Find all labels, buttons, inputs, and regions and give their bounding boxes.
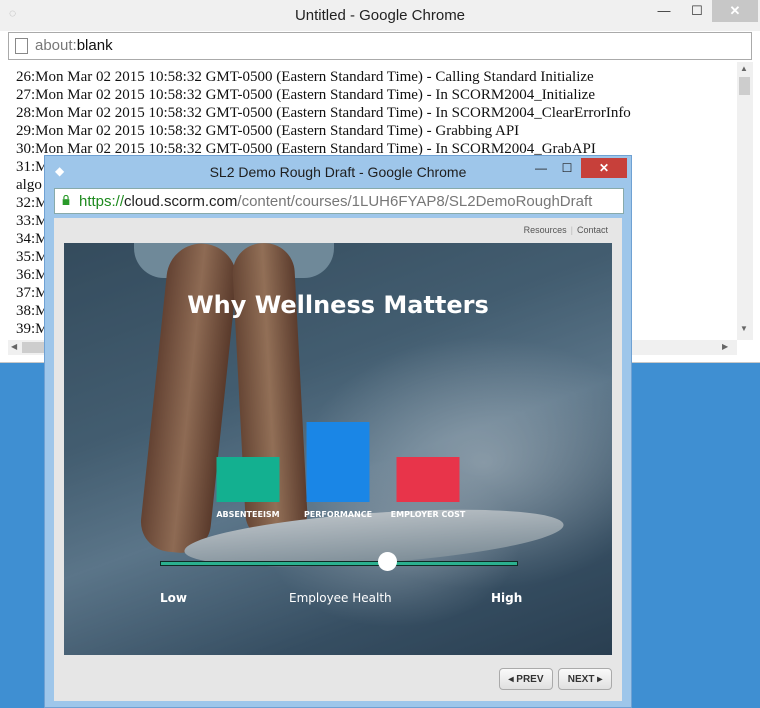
popup-close-button[interactable]: ✕ xyxy=(581,158,627,178)
bar-absenteeism xyxy=(216,457,280,502)
scroll-down-arrow-icon[interactable]: ▼ xyxy=(740,324,748,333)
page-icon xyxy=(15,38,28,54)
popup-maximize-button[interactable]: ☐ xyxy=(557,158,577,178)
vertical-scrollbar[interactable]: ▲ ▼ xyxy=(737,62,753,340)
window-title: Untitled - Google Chrome xyxy=(294,7,466,24)
title-bar: ◌ Untitled - Google Chrome — ☐ ✕ xyxy=(0,0,760,31)
scroll-left-arrow-icon[interactable]: ◀ xyxy=(11,342,17,351)
scroll-thumb-horizontal[interactable] xyxy=(22,342,46,353)
top-nav: Resources | Contact xyxy=(520,225,612,235)
bar-label: ABSENTEEISM xyxy=(216,510,279,519)
bar-employer-cost xyxy=(396,457,460,502)
slider-high-label: High xyxy=(491,591,523,605)
log-line: 28:Mon Mar 02 2015 10:58:32 GMT-0500 (Ea… xyxy=(16,105,631,121)
contact-link[interactable]: Contact xyxy=(573,225,612,235)
address-bar[interactable]: about:blank xyxy=(8,32,752,60)
minimize-button[interactable]: — xyxy=(651,0,677,22)
popup-address-bar[interactable]: https://cloud.scorm.com/content/courses/… xyxy=(54,188,624,214)
log-line: 29:Mon Mar 02 2015 10:58:32 GMT-0500 (Ea… xyxy=(16,123,520,139)
scroll-thumb[interactable] xyxy=(739,77,750,95)
resources-link[interactable]: Resources xyxy=(520,225,571,235)
lock-icon xyxy=(62,195,70,205)
employee-health-slider-track[interactable] xyxy=(160,561,518,566)
log-line: 27:Mon Mar 02 2015 10:58:32 GMT-0500 (Ea… xyxy=(16,87,595,103)
scroll-up-arrow-icon[interactable]: ▲ xyxy=(740,64,748,73)
address-text: about:blank xyxy=(35,37,113,54)
slider-title: Employee Health xyxy=(289,591,392,605)
maximize-button[interactable]: ☐ xyxy=(684,0,710,22)
bar-label: EMPLOYER COST xyxy=(391,510,466,519)
close-button[interactable]: ✕ xyxy=(712,0,758,22)
scroll-right-arrow-icon[interactable]: ▶ xyxy=(722,342,728,351)
next-button[interactable]: NEXT ▸ xyxy=(558,668,612,690)
log-line: 26:Mon Mar 02 2015 10:58:32 GMT-0500 (Ea… xyxy=(16,69,594,85)
prev-button[interactable]: ◂ PREV xyxy=(499,668,553,690)
popup-browser-window: ◆ SL2 Demo Rough Draft - Google Chrome —… xyxy=(44,155,632,708)
bar-label: PERFORMANCE xyxy=(304,510,372,519)
bar-performance xyxy=(306,422,370,502)
slider-low-label: Low xyxy=(160,591,187,605)
popup-address-text: https://cloud.scorm.com/content/courses/… xyxy=(79,193,593,210)
slide: Why Wellness Matters ABSENTEEISM PERFORMA… xyxy=(64,243,612,655)
popup-minimize-button[interactable]: — xyxy=(531,158,551,178)
course-player: Resources | Contact Why Wellness Matters A… xyxy=(54,218,622,701)
